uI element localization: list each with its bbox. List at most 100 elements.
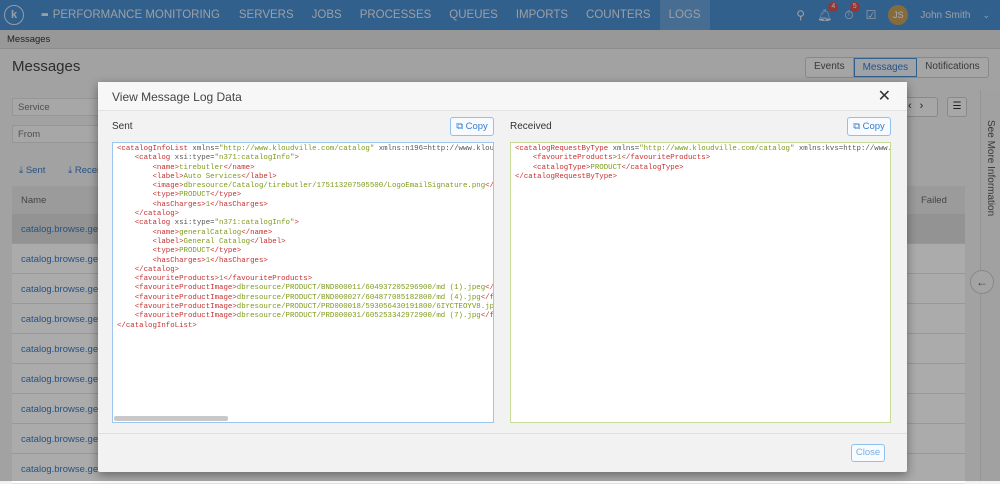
code-line: <name>generalCatalog</name> xyxy=(117,229,489,238)
code-token: > xyxy=(267,228,273,237)
code-line: <type>PRODUCT</type> xyxy=(117,191,489,200)
code-line: </catalog> xyxy=(117,210,489,219)
code-token: </favouriteProductImage xyxy=(480,293,494,302)
code-line: <name>tirebutler</name> xyxy=(117,164,489,173)
close-icon[interactable]: ✕ xyxy=(878,86,891,106)
code-token: </type xyxy=(210,191,237,200)
code-token: xmlns:kvs xyxy=(794,145,839,153)
copy-sent-button[interactable]: ⧉ Copy xyxy=(450,117,494,136)
code-token: "n371:catalogInfo" xyxy=(214,219,295,228)
code-token: </catalog xyxy=(134,210,175,219)
code-token: xmlns xyxy=(187,145,215,153)
code-token: </catalogInfoList xyxy=(117,321,193,330)
code-token: > xyxy=(236,247,242,256)
code-line: <label>General Catalog</label> xyxy=(117,238,489,247)
code-token: Auto Services xyxy=(183,172,242,181)
code-line: <favouriteProductImage>dbresource/PRODUC… xyxy=(117,312,493,321)
code-token: <hasCharges xyxy=(152,256,202,265)
code-token: > xyxy=(612,172,618,181)
view-message-log-modal: View Message Log Data ✕ Sent ⧉ Copy <cat… xyxy=(98,82,907,472)
code-token: <favouriteProductImage xyxy=(134,284,233,293)
code-token: <type xyxy=(152,191,175,200)
code-token: <name xyxy=(152,228,175,237)
code-token: xmlns:n196 xyxy=(374,145,424,153)
code-line: </catalog> xyxy=(117,266,489,275)
code-token: </name xyxy=(241,228,268,237)
code-token: <hasCharges xyxy=(152,200,202,209)
code-token: <favouriteProductImage xyxy=(134,303,233,312)
code-token: <type xyxy=(152,247,175,256)
code-token: </favouriteProducts xyxy=(621,154,706,163)
code-line: <favouriteProducts>1</favouriteProducts> xyxy=(515,154,886,163)
copy-received-button[interactable]: ⧉ Copy xyxy=(847,117,891,136)
copy-icon: ⧉ xyxy=(853,121,863,132)
copy-label: Copy xyxy=(465,121,488,132)
modal-title: View Message Log Data xyxy=(112,90,242,104)
code-line: </catalogInfoList> xyxy=(117,322,489,331)
received-xml-viewer[interactable]: <catalogRequestByType xmlns="http://www.… xyxy=(510,142,891,423)
code-token: > xyxy=(174,210,180,219)
code-token: <catalogRequestByType xyxy=(515,145,609,153)
horizontal-scrollbar[interactable] xyxy=(114,416,228,421)
code-token: dbresource/PRODUCT/BND000011/60493720529… xyxy=(236,284,486,293)
code-token: </image xyxy=(485,182,494,191)
code-token: > xyxy=(705,154,711,163)
code-token: </catalogRequestByType xyxy=(515,172,613,181)
code-line: <type>PRODUCT</type> xyxy=(117,247,489,256)
copy-label: Copy xyxy=(862,121,885,132)
code-token: PRODUCT xyxy=(179,191,211,200)
code-token: </catalog xyxy=(134,265,175,274)
code-token: </label xyxy=(241,172,273,181)
code-token: <label xyxy=(152,172,180,181)
code-token: <favouriteProducts xyxy=(532,154,613,163)
code-token: PRODUCT xyxy=(179,247,211,256)
code-token: <catalog xyxy=(134,219,171,228)
code-token: > xyxy=(263,200,268,209)
sent-label: Sent xyxy=(112,121,133,132)
code-line: <catalog xsi:type="n371:catalogInfo"> xyxy=(117,219,489,228)
code-token: <catalog xyxy=(134,154,171,163)
close-button[interactable]: Close xyxy=(851,444,885,462)
code-token: </hasCharges xyxy=(210,256,264,265)
code-line: <catalog xsi:type="n371:catalogInfo"> xyxy=(117,154,489,163)
code-token: "http://www.kloudville.com/catalog" xyxy=(219,145,375,153)
code-token: "n371:catalogInfo" xyxy=(214,154,295,163)
code-line: <favouriteProducts>1</favouriteProducts> xyxy=(117,275,489,284)
modal-header: View Message Log Data ✕ xyxy=(98,82,907,111)
code-line: <favouriteProductImage>dbresource/PRODUC… xyxy=(117,284,493,293)
code-token: </name xyxy=(223,163,251,172)
code-token: > xyxy=(192,321,197,330)
code-token: > xyxy=(294,219,299,228)
code-token: dbresource/PRODUCT/PRD000031/60525334297… xyxy=(236,312,481,321)
code-token: http://www.kloudville.com xyxy=(843,145,890,153)
code-line: <label>Auto Services</label> xyxy=(117,173,489,182)
code-token: <image xyxy=(152,182,180,191)
code-token: dbresource/PRODUCT/PRD000018/59305643019… xyxy=(236,303,494,312)
code-token: > xyxy=(236,191,242,200)
sent-xml-viewer[interactable]: <catalogInfoList xmlns="http://www.kloud… xyxy=(112,142,494,423)
received-label: Received xyxy=(510,121,552,132)
code-token: <favouriteProducts xyxy=(134,275,215,284)
code-token: <catalogType xyxy=(532,163,586,172)
code-line: <image>dbresource/Catalog/tirebutler/175… xyxy=(117,182,493,191)
code-token: General Catalog xyxy=(183,237,251,246)
copy-icon: ⧉ xyxy=(456,121,466,132)
code-token: tirebutler xyxy=(179,163,224,172)
modal-footer-divider xyxy=(98,433,907,434)
code-token: > xyxy=(263,256,268,265)
code-token: </favouriteProductImage xyxy=(480,312,494,321)
